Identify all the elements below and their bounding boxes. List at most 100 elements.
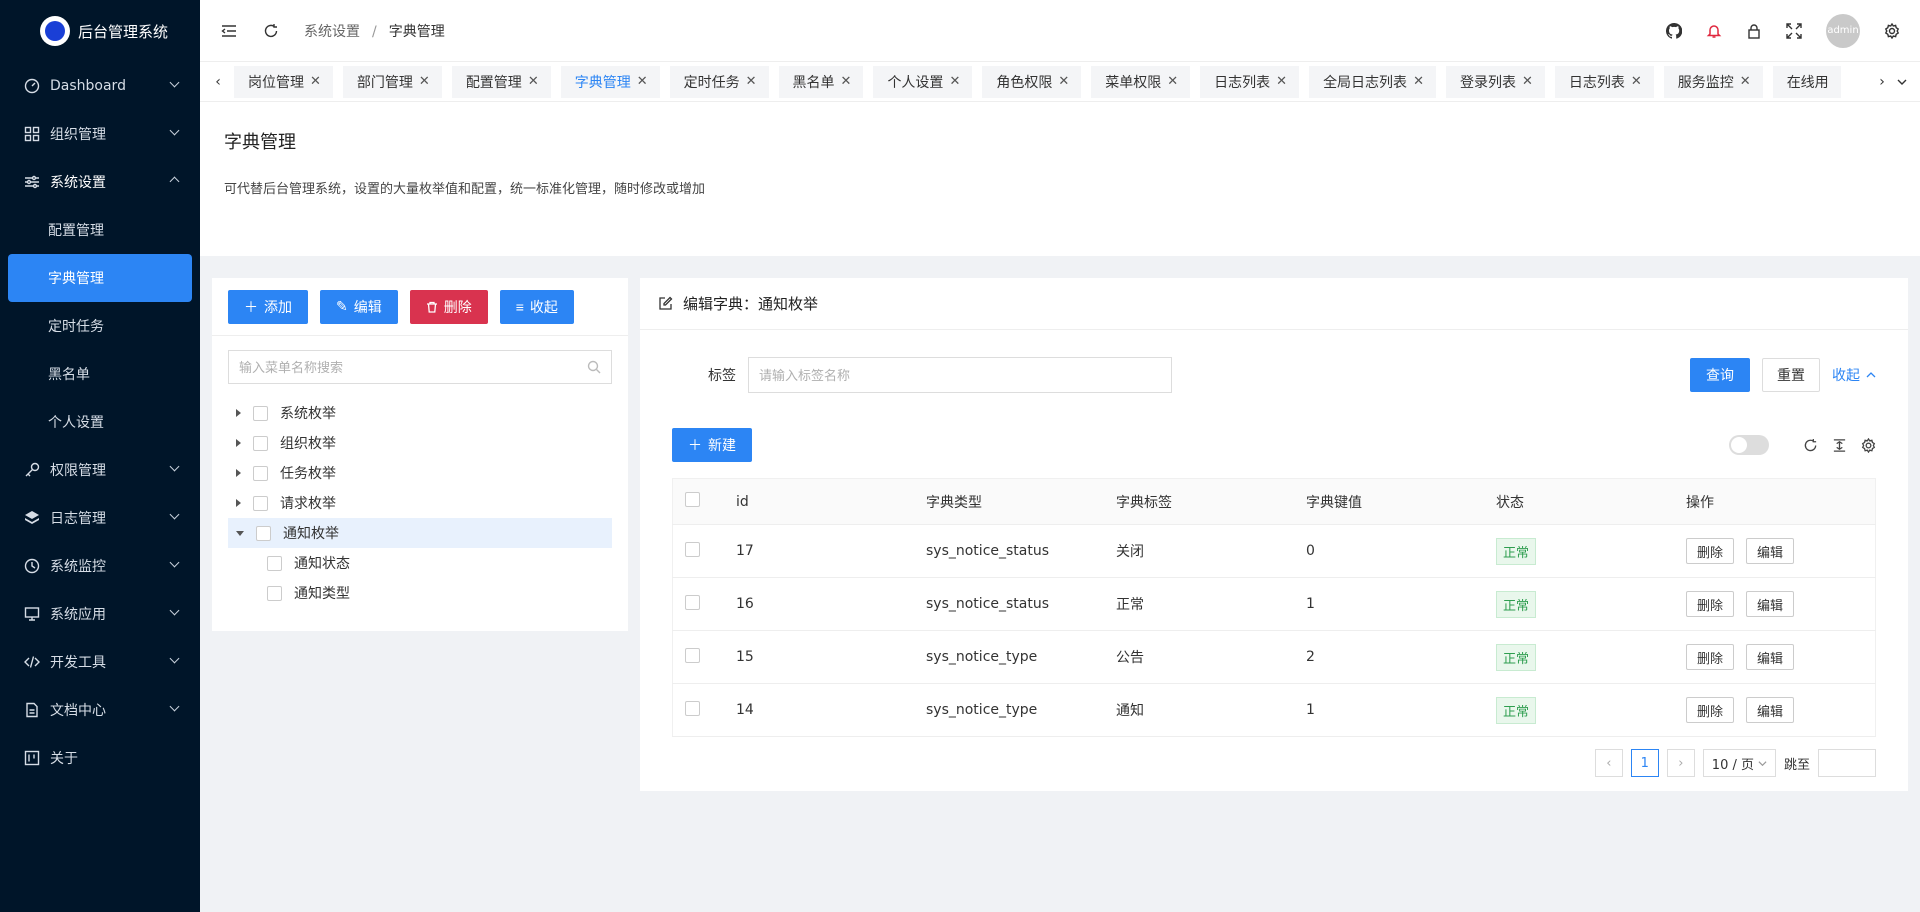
column-header[interactable]: id <box>724 478 914 525</box>
tab-item[interactable]: 日志列表 ✕ <box>1554 65 1654 98</box>
next-page-button[interactable]: › <box>1666 749 1695 777</box>
sidebar-item-logs[interactable]: 日志管理 <box>0 494 200 542</box>
breadcrumb-item[interactable]: 系统设置 <box>304 24 360 40</box>
close-icon[interactable]: ✕ <box>1740 74 1751 89</box>
sidebar-subitem-dict[interactable]: 字典管理 <box>8 254 192 302</box>
checkbox[interactable] <box>685 594 700 610</box>
close-icon[interactable]: ✕ <box>310 74 321 89</box>
prev-page-button[interactable]: ‹ <box>1594 749 1623 777</box>
sidebar-item-about[interactable]: 关于 <box>0 734 200 782</box>
tab-item[interactable]: 角色权限 ✕ <box>982 65 1082 98</box>
tab-item[interactable]: 日志列表 ✕ <box>1200 65 1300 98</box>
github-icon[interactable] <box>1666 22 1682 39</box>
label-search-input[interactable] <box>748 357 1172 393</box>
close-icon[interactable]: ✕ <box>1522 74 1533 89</box>
tab-item[interactable]: 配置管理 ✕ <box>451 65 551 98</box>
tree-node[interactable]: 组织枚举 <box>212 428 628 458</box>
checkbox[interactable] <box>685 541 700 557</box>
row-edit-button[interactable]: 编辑 <box>1746 644 1795 670</box>
chevron-down-icon[interactable] <box>1892 66 1912 98</box>
row-edit-button[interactable]: 编辑 <box>1746 538 1795 564</box>
column-header[interactable]: 操作 <box>1674 478 1876 525</box>
close-icon[interactable]: ✕ <box>949 74 960 89</box>
caret-right-icon[interactable] <box>236 469 241 477</box>
close-icon[interactable]: ✕ <box>528 74 539 89</box>
column-header[interactable]: 字典标签 <box>1104 478 1294 525</box>
tab-item[interactable]: 登录列表 ✕ <box>1445 65 1545 98</box>
caret-down-icon[interactable] <box>236 530 244 536</box>
checkbox[interactable] <box>253 435 268 451</box>
close-icon[interactable]: ✕ <box>1058 74 1069 89</box>
column-header[interactable]: 字典类型 <box>914 478 1104 525</box>
search-icon[interactable] <box>587 360 601 374</box>
checkbox[interactable] <box>685 492 700 507</box>
sidebar-item-monitor[interactable]: 系统监控 <box>0 542 200 590</box>
checkbox[interactable] <box>253 495 268 511</box>
tab-item[interactable]: 字典管理 ✕ <box>560 65 660 98</box>
row-delete-button[interactable]: 删除 <box>1686 697 1735 723</box>
column-header[interactable]: 字典键值 <box>1294 478 1484 525</box>
query-button[interactable]: 查询 <box>1690 358 1750 392</box>
avatar[interactable]: admin <box>1826 13 1860 48</box>
sidebar-subitem-cron[interactable]: 定时任务 <box>0 302 200 350</box>
tab-item[interactable]: 服务监控 ✕ <box>1663 65 1763 98</box>
row-edit-button[interactable]: 编辑 <box>1746 697 1795 723</box>
sidebar-subitem-blacklist[interactable]: 黑名单 <box>0 350 200 398</box>
reload-icon[interactable] <box>1803 438 1818 453</box>
fullscreen-icon[interactable] <box>1786 22 1802 39</box>
caret-right-icon[interactable] <box>236 409 241 417</box>
sidebar-item-org[interactable]: 组织管理 <box>0 110 200 158</box>
bell-icon[interactable] <box>1706 23 1722 39</box>
tab-item[interactable]: 个人设置 ✕ <box>873 65 973 98</box>
column-height-icon[interactable] <box>1832 438 1847 453</box>
lock-icon[interactable] <box>1746 23 1762 39</box>
checkbox[interactable] <box>685 700 700 716</box>
close-icon[interactable]: ✕ <box>746 74 757 89</box>
tree-node[interactable]: 系统枚举 <box>212 398 628 428</box>
chevron-left-icon[interactable]: ‹ <box>208 66 228 98</box>
refresh-icon[interactable] <box>262 22 280 40</box>
tab-item[interactable]: 菜单权限 ✕ <box>1091 65 1191 98</box>
tree-node[interactable]: 请求枚举 <box>212 488 628 518</box>
tab-item[interactable]: 在线用 <box>1772 65 1841 98</box>
checkbox[interactable] <box>253 465 268 481</box>
gear-icon[interactable] <box>1884 22 1900 39</box>
checkbox[interactable] <box>256 525 271 541</box>
add-button[interactable]: ＋添加 <box>228 289 308 324</box>
sidebar-item-docs[interactable]: 文档中心 <box>0 686 200 734</box>
collapse-link[interactable]: 收起 <box>1832 365 1876 385</box>
edit-button[interactable]: ✎ 编辑 <box>320 289 398 324</box>
sidebar-item-system-settings[interactable]: 系统设置 <box>0 158 200 206</box>
tab-item[interactable]: 定时任务 ✕ <box>669 65 769 98</box>
page-number[interactable]: 1 <box>1630 749 1659 777</box>
tree-node-child[interactable]: 通知类型 <box>212 578 628 608</box>
tab-item[interactable]: 黑名单 ✕ <box>778 65 864 98</box>
checkbox[interactable] <box>267 585 282 601</box>
row-delete-button[interactable]: 删除 <box>1686 644 1735 670</box>
sidebar-subitem-profile[interactable]: 个人设置 <box>0 398 200 446</box>
page-size-select[interactable]: 10 / 页 <box>1702 749 1776 777</box>
toggle-switch[interactable] <box>1729 435 1769 455</box>
tree-search-input[interactable] <box>239 359 587 375</box>
close-icon[interactable]: ✕ <box>419 74 430 89</box>
close-icon[interactable]: ✕ <box>1276 74 1287 89</box>
tree-node-selected[interactable]: 通知枚举 <box>228 518 612 548</box>
new-button[interactable]: ＋新建 <box>672 428 752 462</box>
caret-right-icon[interactable] <box>236 439 241 447</box>
checkbox[interactable] <box>267 555 282 571</box>
sidebar-item-apps[interactable]: 系统应用 <box>0 590 200 638</box>
delete-button[interactable]: 删除 <box>409 289 488 324</box>
tree-node-child[interactable]: 通知状态 <box>212 548 628 578</box>
tab-item[interactable]: 岗位管理 ✕ <box>234 65 333 98</box>
collapse-button[interactable]: ≡ 收起 <box>499 289 574 324</box>
row-edit-button[interactable]: 编辑 <box>1746 591 1795 617</box>
close-icon[interactable]: ✕ <box>1167 74 1178 89</box>
sidebar-item-permissions[interactable]: 权限管理 <box>0 446 200 494</box>
caret-right-icon[interactable] <box>236 499 241 507</box>
close-icon[interactable]: ✕ <box>1631 74 1642 89</box>
jump-page-input[interactable] <box>1818 749 1876 777</box>
tab-item[interactable]: 全局日志列表 ✕ <box>1309 65 1436 98</box>
row-delete-button[interactable]: 删除 <box>1686 538 1735 564</box>
column-header[interactable]: 状态 <box>1484 478 1674 525</box>
brand[interactable]: 后台管理系统 <box>0 0 200 62</box>
